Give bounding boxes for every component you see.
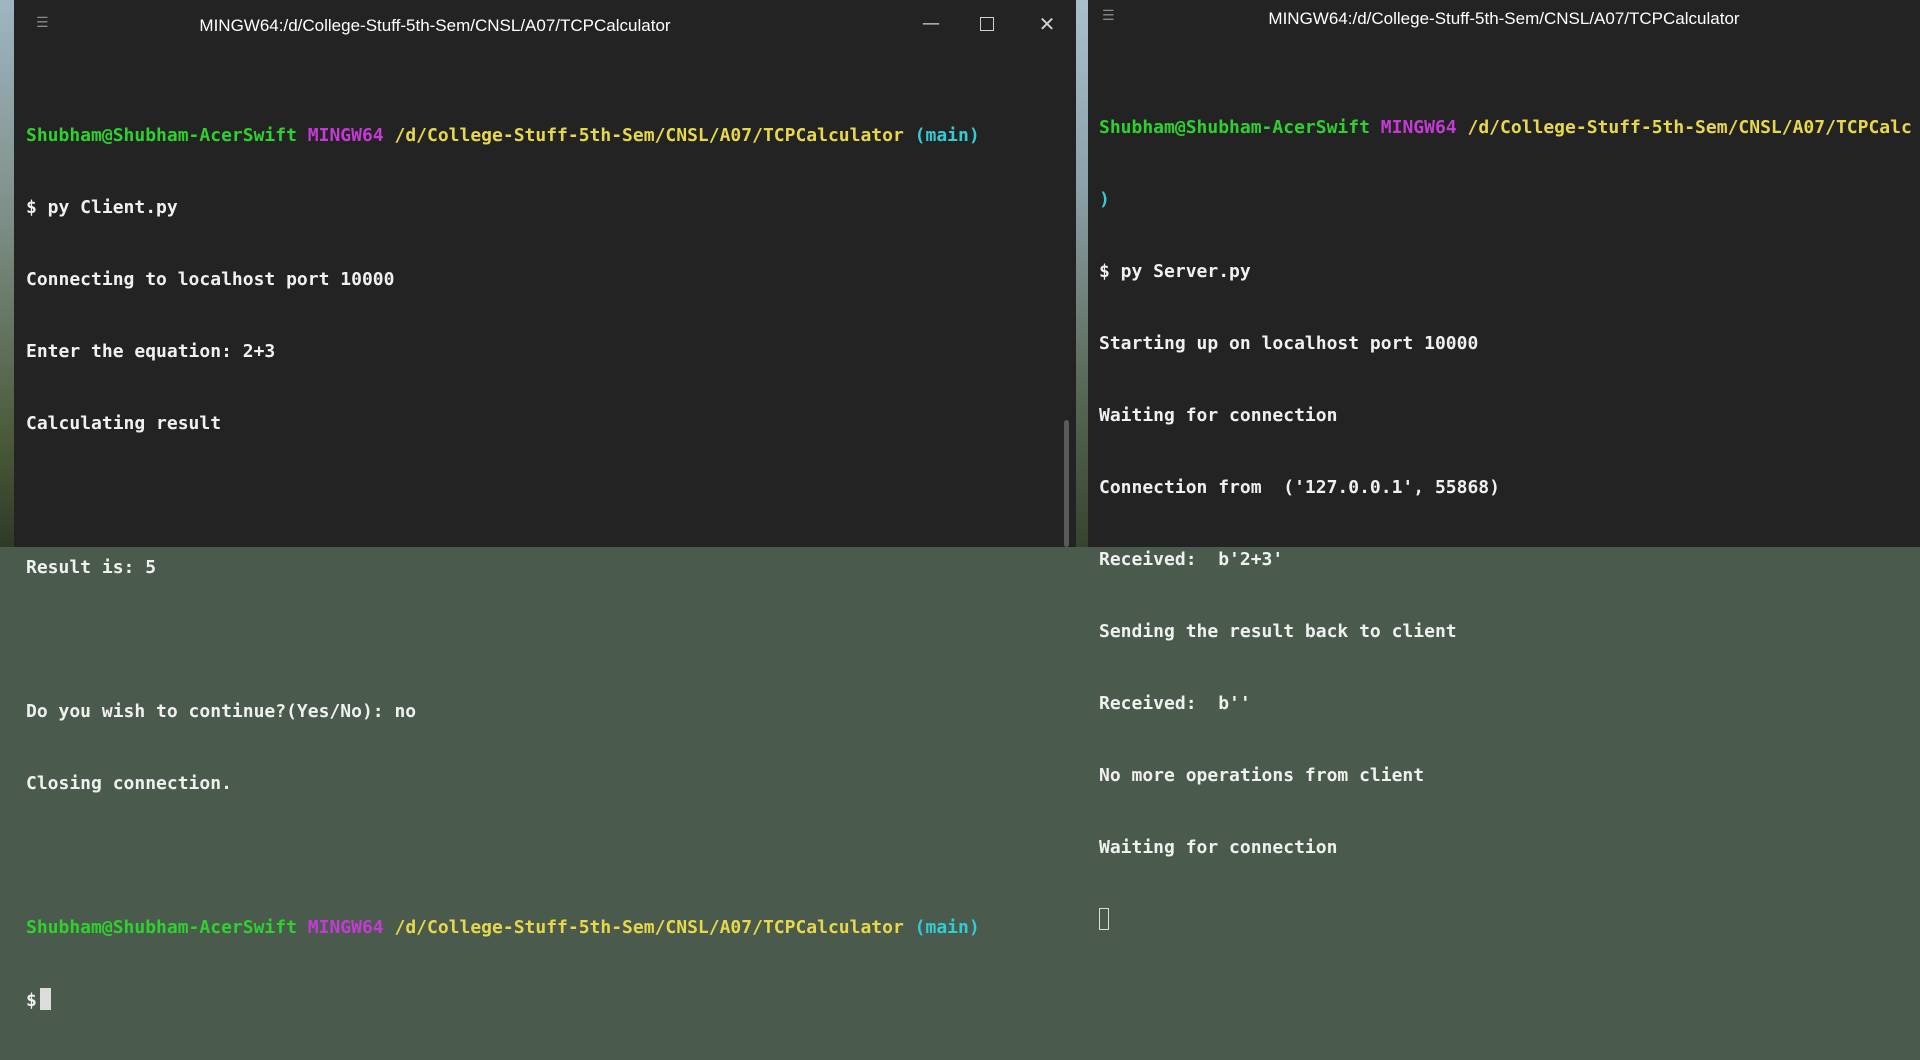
window-title: MINGW64:/d/College-Stuff-5th-Sem/CNSL/A0… [1268, 9, 1740, 28]
output-line: Sending the result back to client [1099, 621, 1457, 642]
output-line: Received: b'' [1099, 693, 1251, 714]
maximize-icon[interactable] [980, 17, 994, 31]
output-line: Result is: 5 [26, 557, 157, 578]
input-line[interactable]: $ [26, 988, 1058, 1012]
output-line: Waiting for connection [1099, 837, 1338, 858]
output-line: $ py Client.py [26, 197, 178, 218]
output-line: $ py Server.py [1099, 261, 1251, 282]
output-line: Enter the equation: 2+3 [26, 341, 276, 362]
output-line: Waiting for connection [1099, 405, 1338, 426]
server-terminal-window[interactable]: ☰ MINGW64:/d/College-Stuff-5th-Sem/CNSL/… [1088, 0, 1920, 930]
server-terminal-output[interactable]: Shubham@Shubham-AcerSwift MINGW64 /d/Col… [1099, 68, 1912, 980]
server-titlebar[interactable]: ☰ MINGW64:/d/College-Stuff-5th-Sem/CNSL/… [1088, 0, 1920, 36]
prompt-line: Shubham@Shubham-AcerSwift MINGW64 /d/Col… [26, 125, 980, 146]
prompt-line: Shubham@Shubham-AcerSwift MINGW64 /d/Col… [26, 917, 980, 938]
client-titlebar[interactable]: ☰ MINGW64:/d/College-Stuff-5th-Sem/CNSL/… [14, 0, 1076, 48]
prompt-wrap: ) [1099, 189, 1110, 210]
scrollbar[interactable] [1064, 420, 1069, 547]
output-line: Received: b'2+3' [1099, 549, 1284, 570]
text-cursor [1099, 908, 1109, 930]
prompt-line: Shubham@Shubham-AcerSwift MINGW64 /d/Col… [1099, 117, 1912, 138]
client-terminal-window[interactable]: ☰ MINGW64:/d/College-Stuff-5th-Sem/CNSL/… [14, 0, 1076, 1011]
output-line: Starting up on localhost port 10000 [1099, 333, 1479, 354]
text-cursor [39, 988, 51, 1010]
desktop-wallpaper-left [0, 0, 14, 547]
output-line: Calculating result [26, 413, 222, 434]
output-line: Connecting to localhost port 10000 [26, 269, 395, 290]
input-line[interactable] [1099, 908, 1902, 932]
output-line: Connection from ('127.0.0.1', 55868) [1099, 477, 1500, 498]
output-line: Closing connection. [26, 773, 232, 794]
output-line: Do you wish to continue?(Yes/No): no [26, 701, 417, 722]
client-terminal-output[interactable]: Shubham@Shubham-AcerSwift MINGW64 /d/Col… [26, 76, 1058, 1060]
desktop-wallpaper-middle [1076, 0, 1088, 547]
output-line: No more operations from client [1099, 765, 1425, 786]
minimize-icon[interactable]: — [921, 14, 941, 34]
close-icon[interactable]: ✕ [1037, 14, 1057, 34]
window-title: MINGW64:/d/College-Stuff-5th-Sem/CNSL/A0… [199, 16, 671, 35]
